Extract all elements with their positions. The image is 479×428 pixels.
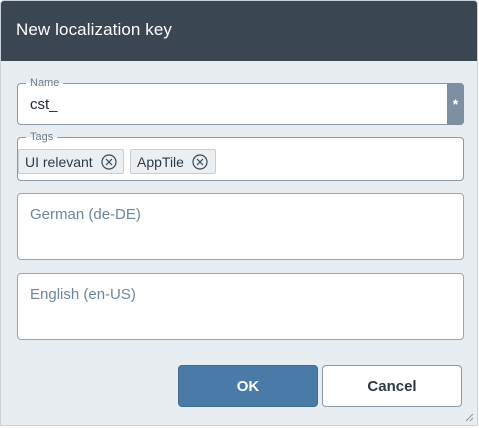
name-input[interactable]: cst_ xyxy=(30,96,58,113)
cancel-button[interactable]: Cancel xyxy=(322,365,462,407)
tag-chip-label: AppTile xyxy=(137,153,184,170)
tag-chip-ui-relevant: UI relevant xyxy=(18,149,124,174)
tags-field[interactable]: Tags UI relevant AppTile xyxy=(17,130,464,181)
ok-button[interactable]: OK xyxy=(178,365,318,407)
circle-x-icon[interactable] xyxy=(192,153,208,170)
english-translation-textarea[interactable]: English (en-US) xyxy=(17,273,464,340)
new-localization-key-dialog: New localization key Name cst_ * Tags UI… xyxy=(0,0,478,426)
name-field-legend: Name xyxy=(26,76,64,90)
tag-chip-apptile: AppTile xyxy=(130,149,216,174)
dialog-title: New localization key xyxy=(16,20,173,39)
german-translation-textarea[interactable]: German (de-DE) xyxy=(17,193,464,260)
tags-field-legend: Tags xyxy=(26,130,58,144)
resize-grip-icon[interactable] xyxy=(464,412,474,422)
tag-chip-label: UI relevant xyxy=(25,153,93,170)
name-field[interactable]: Name cst_ * xyxy=(17,76,464,125)
circle-x-icon[interactable] xyxy=(101,153,117,170)
dialog-titlebar[interactable]: New localization key xyxy=(1,1,477,61)
required-marker: * xyxy=(447,83,464,125)
english-placeholder: English (en-US) xyxy=(30,286,136,303)
german-placeholder: German (de-DE) xyxy=(30,206,141,223)
